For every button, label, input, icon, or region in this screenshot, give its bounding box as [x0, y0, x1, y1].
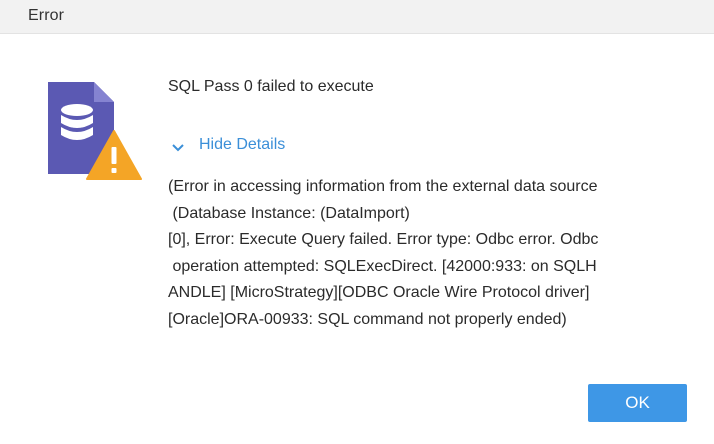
- hide-details-label: Hide Details: [199, 136, 286, 153]
- details-line: (Error in accessing information from the…: [168, 178, 598, 195]
- details-line: (Database Instance: (DataImport): [168, 204, 410, 222]
- details-line: operation attempted: SQLExecDirect. [420…: [168, 257, 597, 275]
- error-dialog: Error SQL Pass 0 failed to execute Hide: [0, 0, 714, 444]
- details-line: [0], Error: Execute Query failed. Error …: [168, 231, 599, 249]
- database-warning-icon: [44, 82, 144, 182]
- details-line: [Oracle]ORA-00933: SQL command not prope…: [168, 310, 567, 328]
- error-details: (Error in accessing information from the…: [168, 174, 668, 334]
- ok-button[interactable]: OK: [588, 384, 687, 422]
- details-line: ANDLE] [MicroStrategy][ODBC Oracle Wire …: [168, 284, 590, 302]
- chevron-down-icon: [171, 140, 185, 152]
- error-message: SQL Pass 0 failed to execute: [168, 78, 374, 95]
- dialog-title: Error: [28, 7, 65, 24]
- dialog-titlebar: Error: [0, 0, 714, 34]
- hide-details-toggle[interactable]: Hide Details: [171, 134, 285, 156]
